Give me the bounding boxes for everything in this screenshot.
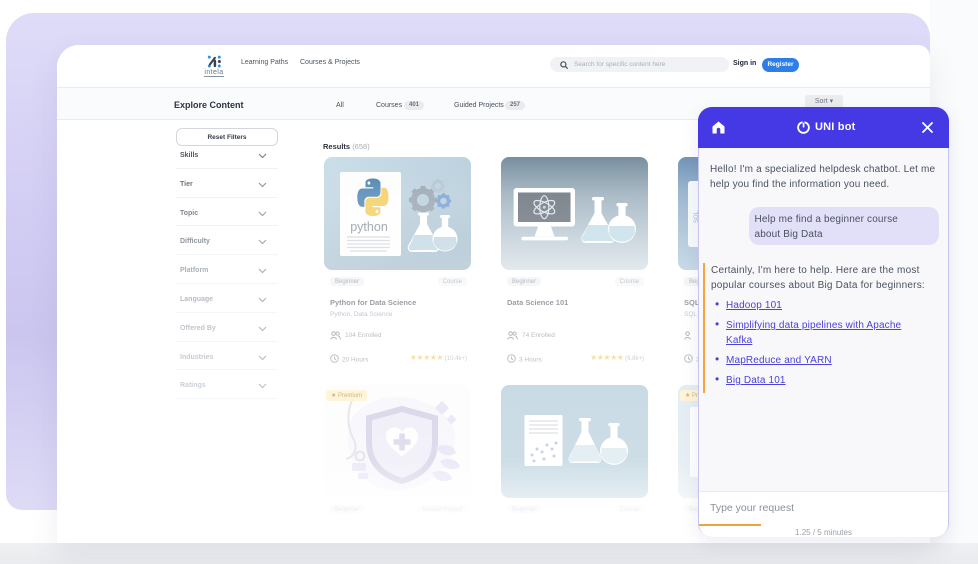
svg-text:python: python: [350, 220, 388, 234]
